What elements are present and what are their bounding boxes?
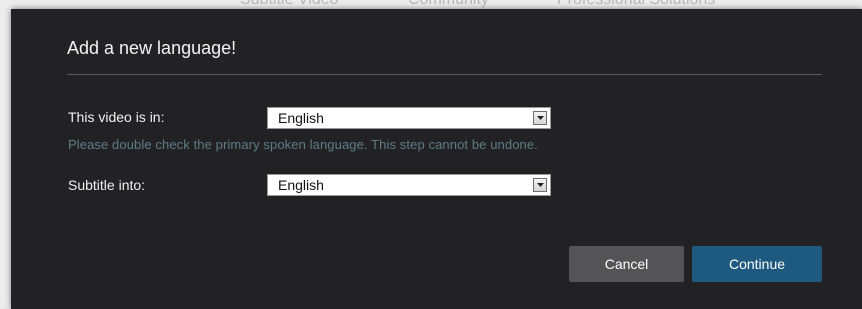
video-language-select[interactable]: English <box>267 107 551 129</box>
language-warning-hint: Please double check the primary spoken l… <box>68 137 538 152</box>
nav-item-professional-solutions[interactable]: Professional Solutions <box>557 0 715 9</box>
dropdown-arrow-icon[interactable] <box>533 178 547 192</box>
dropdown-arrow-icon[interactable] <box>533 111 547 125</box>
title-divider <box>67 74 822 75</box>
add-language-dialog: Add a new language! This video is in: En… <box>11 9 862 309</box>
video-language-value: English <box>278 110 324 126</box>
video-language-label: This video is in: <box>68 109 165 125</box>
nav-item-subtitle-video[interactable]: Subtitle Video <box>240 0 338 9</box>
subtitle-language-value: English <box>278 177 324 193</box>
dialog-title: Add a new language! <box>67 38 237 58</box>
nav-item-community[interactable]: Community <box>408 0 489 9</box>
continue-button[interactable]: Continue <box>692 246 822 282</box>
cancel-button[interactable]: Cancel <box>569 246 684 282</box>
subtitle-language-select[interactable]: English <box>267 174 551 196</box>
subtitle-language-label: Subtitle into: <box>68 177 146 193</box>
